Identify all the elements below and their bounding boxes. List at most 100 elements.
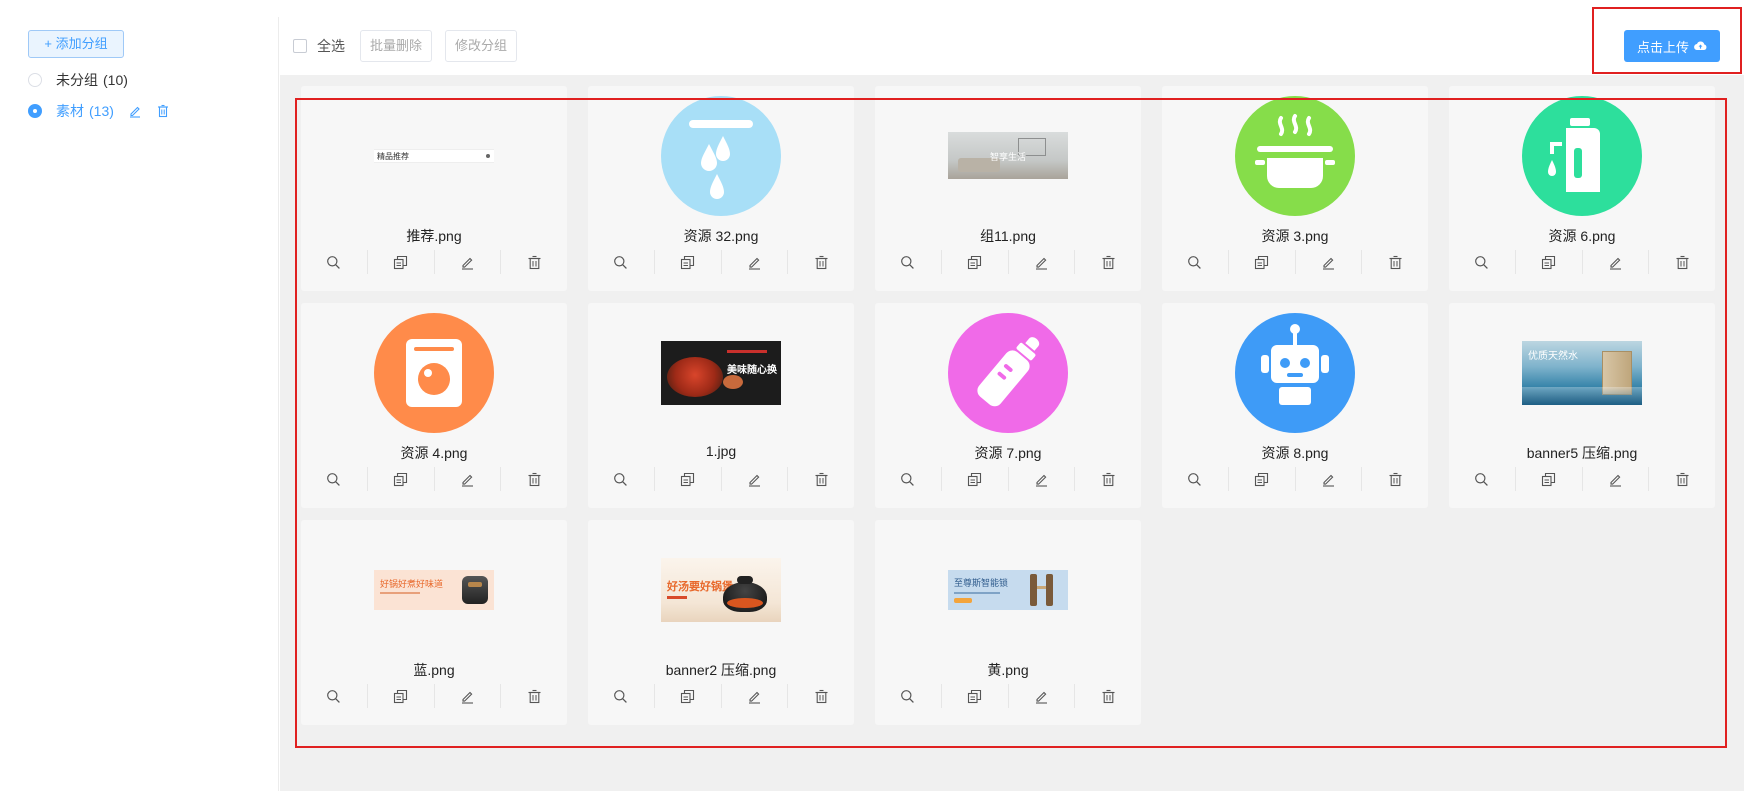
select-all-checkbox[interactable]: 全选 xyxy=(293,36,345,56)
file-thumbnail[interactable]: 精品推荐 xyxy=(301,93,567,218)
card-tools xyxy=(301,684,567,708)
file-card[interactable]: 智享生活 组11.png xyxy=(875,86,1141,291)
delete-button[interactable] xyxy=(501,250,567,274)
rename-button[interactable] xyxy=(1583,250,1650,274)
copy-button[interactable] xyxy=(368,467,435,491)
file-card[interactable]: 至尊斯智能锁 黄.png xyxy=(875,520,1141,725)
edit-group-icon[interactable] xyxy=(128,104,142,118)
file-thumbnail[interactable]: 好汤要好锅煲 xyxy=(588,527,854,652)
delete-button[interactable] xyxy=(1075,250,1141,274)
file-thumbnail[interactable]: 优质天然水 xyxy=(1449,310,1715,435)
preview-button[interactable] xyxy=(1162,467,1229,491)
checkbox-box[interactable] xyxy=(293,39,307,53)
delete-button[interactable] xyxy=(501,684,567,708)
file-card[interactable]: 好锅好煮好味道 蓝.png xyxy=(301,520,567,725)
preview-button[interactable] xyxy=(1449,250,1516,274)
rename-button[interactable] xyxy=(1583,467,1650,491)
copy-button[interactable] xyxy=(942,467,1009,491)
delete-button[interactable] xyxy=(1362,250,1428,274)
delete-group-icon[interactable] xyxy=(156,104,170,118)
rename-button[interactable] xyxy=(722,467,789,491)
add-group-button[interactable]: + 添加分组 xyxy=(28,30,124,58)
trash-icon xyxy=(815,255,828,269)
group-radio-checked[interactable] xyxy=(28,104,42,118)
edit-icon xyxy=(1322,257,1334,270)
copy-button[interactable] xyxy=(1229,250,1296,274)
delete-button[interactable] xyxy=(501,467,567,491)
delete-button[interactable] xyxy=(1649,467,1715,491)
file-name: banner5 压缩.png xyxy=(1526,445,1638,461)
file-card[interactable]: 资源 32.png xyxy=(588,86,854,291)
preview-button[interactable] xyxy=(1449,467,1516,491)
rename-button[interactable] xyxy=(722,684,789,708)
file-thumbnail[interactable]: 美味随心换 xyxy=(588,310,854,435)
file-card[interactable]: 资源 6.png xyxy=(1449,86,1715,291)
file-thumbnail[interactable] xyxy=(1162,310,1428,435)
upload-button[interactable]: 点击上传 xyxy=(1624,30,1720,62)
copy-button[interactable] xyxy=(368,250,435,274)
file-thumbnail[interactable] xyxy=(301,310,567,435)
copy-button[interactable] xyxy=(655,684,722,708)
copy-button[interactable] xyxy=(942,684,1009,708)
file-thumbnail[interactable]: 好锅好煮好味道 xyxy=(301,527,567,652)
delete-button[interactable] xyxy=(788,684,854,708)
copy-button[interactable] xyxy=(368,684,435,708)
delete-button[interactable] xyxy=(1075,684,1141,708)
file-thumbnail[interactable] xyxy=(588,93,854,218)
file-card[interactable]: 精品推荐 推荐.png xyxy=(301,86,567,291)
preview-button[interactable] xyxy=(301,684,368,708)
preview-button[interactable] xyxy=(588,467,655,491)
file-card[interactable]: 资源 7.png xyxy=(875,303,1141,508)
file-thumbnail[interactable] xyxy=(1449,93,1715,218)
preview-button[interactable] xyxy=(1162,250,1229,274)
preview-button[interactable] xyxy=(301,250,368,274)
copy-button[interactable] xyxy=(942,250,1009,274)
file-card[interactable]: 资源 3.png xyxy=(1162,86,1428,291)
group-item-material[interactable]: 素材 (13) xyxy=(28,100,170,122)
file-name: 1.jpg xyxy=(705,443,737,459)
batch-delete-button[interactable]: 批量删除 xyxy=(360,30,432,62)
change-group-button[interactable]: 修改分组 xyxy=(445,30,517,62)
delete-button[interactable] xyxy=(1362,467,1428,491)
copy-icon xyxy=(1542,472,1556,486)
baby-bottle-icon xyxy=(948,312,1068,433)
rename-button[interactable] xyxy=(1296,250,1363,274)
rename-button[interactable] xyxy=(435,467,502,491)
rename-button[interactable] xyxy=(1009,467,1076,491)
preview-button[interactable] xyxy=(588,684,655,708)
search-icon xyxy=(327,255,341,269)
copy-button[interactable] xyxy=(655,250,722,274)
delete-button[interactable] xyxy=(1075,467,1141,491)
preview-button[interactable] xyxy=(588,250,655,274)
copy-button[interactable] xyxy=(1516,250,1583,274)
file-card[interactable]: 资源 8.png xyxy=(1162,303,1428,508)
copy-button[interactable] xyxy=(655,467,722,491)
thumb-text: 精品推荐 xyxy=(377,151,409,161)
file-card[interactable]: 优质天然水 banner5 压缩.png xyxy=(1449,303,1715,508)
rename-button[interactable] xyxy=(435,250,502,274)
file-card[interactable]: 好汤要好锅煲 banner2 压缩.png xyxy=(588,520,854,725)
rename-button[interactable] xyxy=(1296,467,1363,491)
group-item-ungrouped[interactable]: 未分组 (10) xyxy=(28,69,128,91)
group-radio[interactable] xyxy=(28,73,42,87)
file-card[interactable]: 美味随心换 1.jpg xyxy=(588,303,854,508)
rename-button[interactable] xyxy=(1009,250,1076,274)
file-thumbnail[interactable]: 至尊斯智能锁 xyxy=(875,527,1141,652)
delete-button[interactable] xyxy=(788,467,854,491)
file-thumbnail[interactable] xyxy=(875,310,1141,435)
rename-button[interactable] xyxy=(1009,684,1076,708)
preview-button[interactable] xyxy=(875,467,942,491)
file-thumbnail[interactable] xyxy=(1162,93,1428,218)
file-thumbnail[interactable]: 智享生活 xyxy=(875,93,1141,218)
preview-button[interactable] xyxy=(301,467,368,491)
delete-button[interactable] xyxy=(788,250,854,274)
copy-button[interactable] xyxy=(1229,467,1296,491)
rename-button[interactable] xyxy=(435,684,502,708)
copy-button[interactable] xyxy=(1516,467,1583,491)
delete-button[interactable] xyxy=(1649,250,1715,274)
preview-button[interactable] xyxy=(875,250,942,274)
rename-button[interactable] xyxy=(722,250,789,274)
preview-button[interactable] xyxy=(875,684,942,708)
file-card[interactable]: 资源 4.png xyxy=(301,303,567,508)
card-tools xyxy=(588,250,854,274)
